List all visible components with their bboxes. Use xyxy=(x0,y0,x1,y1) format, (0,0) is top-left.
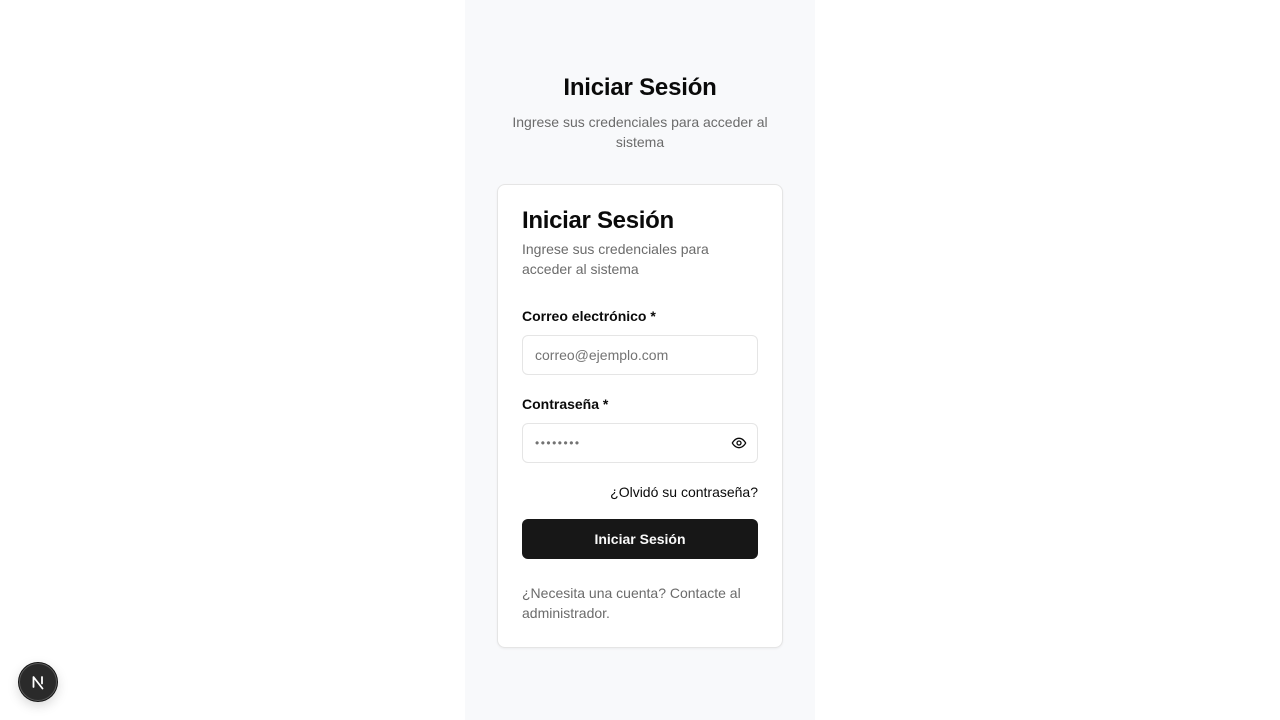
email-field-wrapper xyxy=(522,335,758,375)
page-header: Iniciar Sesión Ingrese sus credenciales … xyxy=(465,72,815,152)
password-placeholder: •••••••• xyxy=(535,436,581,450)
password-field[interactable]: •••••••• xyxy=(522,423,758,463)
submit-button[interactable]: Iniciar Sesión xyxy=(522,519,758,559)
card-title: Iniciar Sesión xyxy=(522,207,674,234)
page-subtitle: Ingrese sus credenciales para acceder al… xyxy=(512,114,768,150)
page-title: Iniciar Sesión xyxy=(563,74,717,101)
eye-icon[interactable] xyxy=(731,435,747,451)
email-field[interactable] xyxy=(523,336,757,374)
forgot-password-link[interactable]: ¿Olvidó su contraseña? xyxy=(610,482,758,502)
login-card: Iniciar Sesión Ingrese sus credenciales … xyxy=(497,184,783,648)
card-description: Ingrese sus credenciales para acceder al… xyxy=(522,241,709,277)
login-column: Iniciar Sesión Ingrese sus credenciales … xyxy=(465,0,815,720)
password-label: Contraseña * xyxy=(522,396,609,412)
account-help-text: ¿Necesita una cuenta? Contacte al admini… xyxy=(522,585,741,621)
email-label: Correo electrónico * xyxy=(522,308,656,324)
nextjs-logo-icon[interactable] xyxy=(19,663,57,701)
